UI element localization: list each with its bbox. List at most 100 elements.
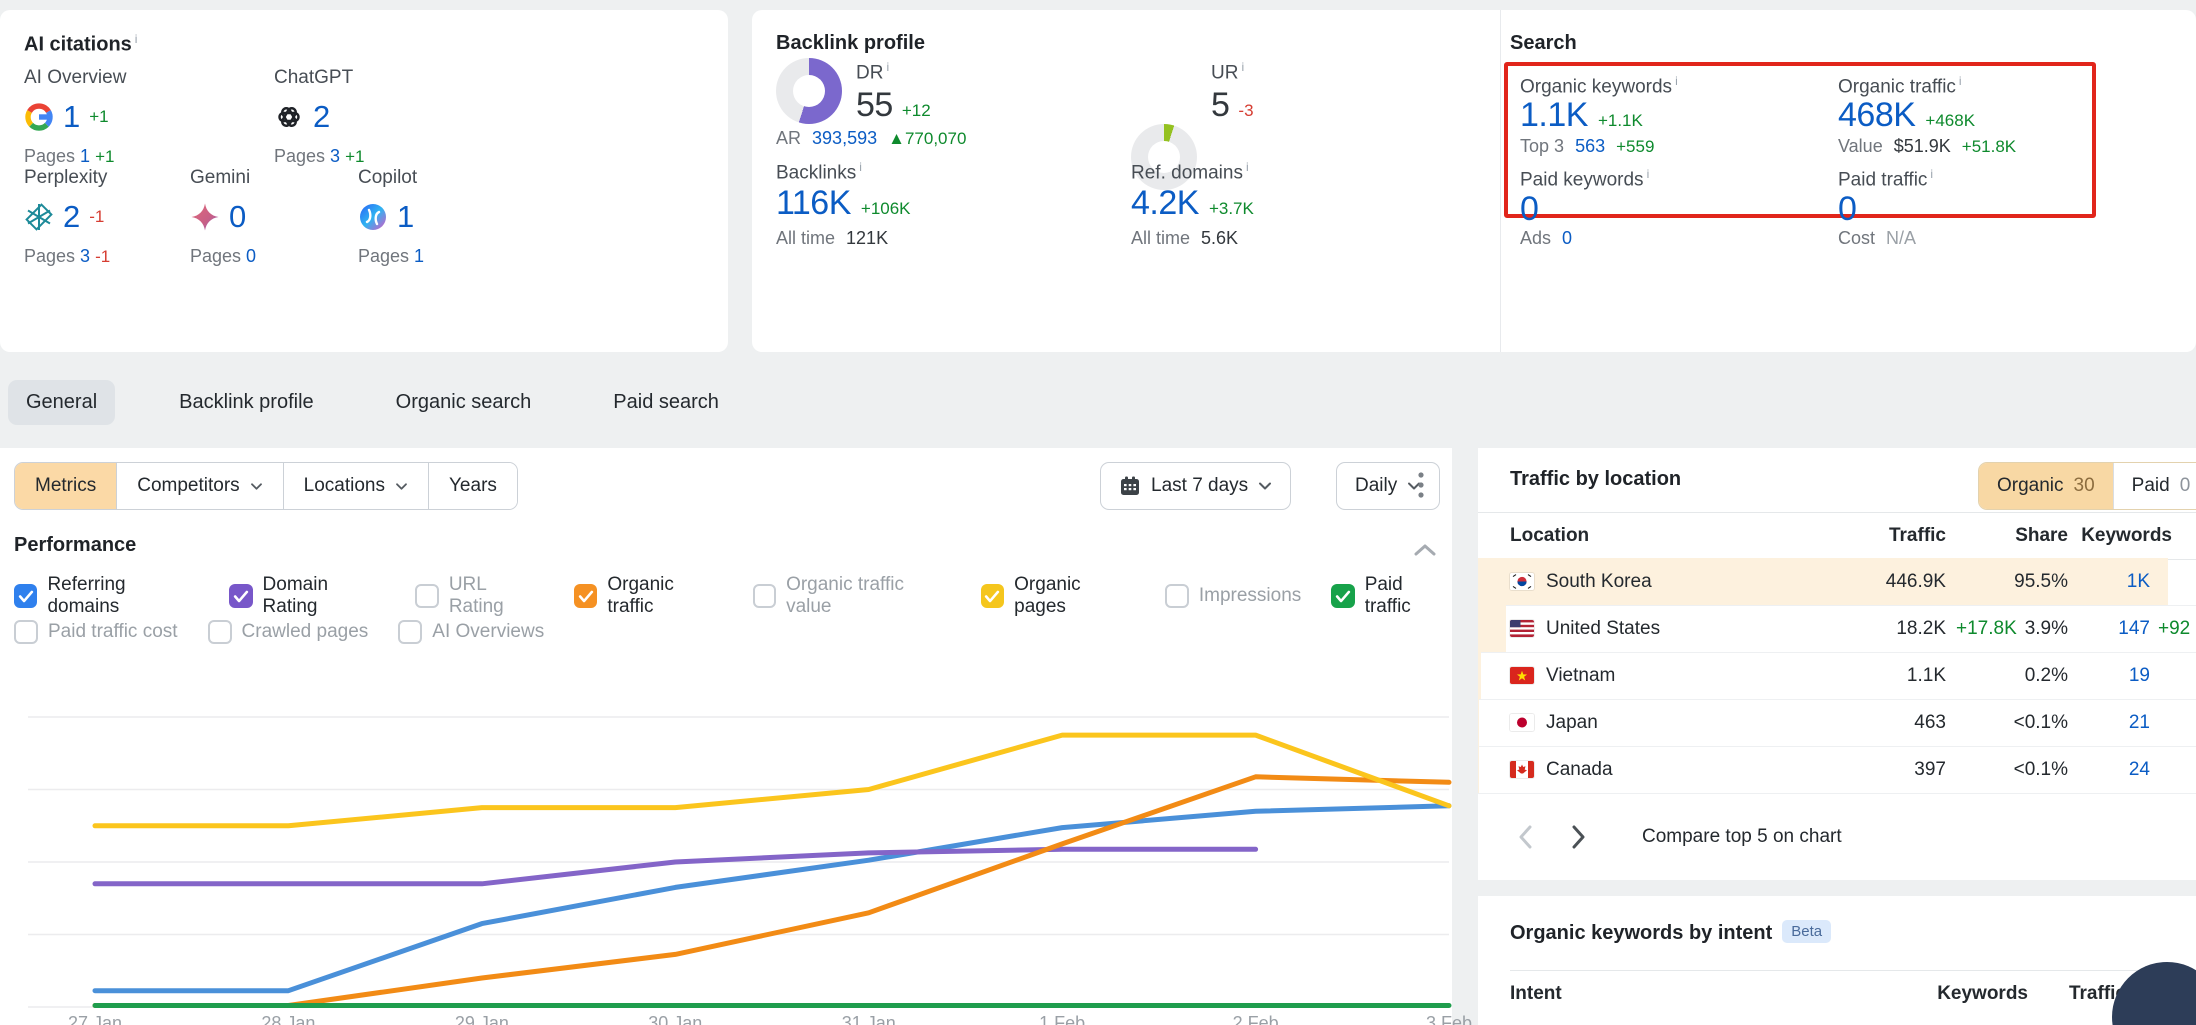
keywords-by-intent-title: Organic keywords by intentBeta	[1510, 920, 1831, 945]
x-tick-label: 30 Jan	[648, 1013, 702, 1025]
metric-checkbox-paid-traffic-cost[interactable]: Paid traffic cost	[14, 620, 178, 644]
location-row-united-states[interactable]: United States 18.2K +17.8K 3.9% 147 +92	[1478, 605, 2196, 653]
pages-value-link[interactable]: 1	[80, 146, 90, 166]
tab-paid-search[interactable]: Paid search	[595, 380, 737, 425]
performance-line-chart	[0, 645, 1452, 1025]
pages-value-link[interactable]: 3	[80, 246, 90, 266]
location-row-south-korea[interactable]: South Korea 446.9K 95.5% 1K	[1478, 558, 2196, 606]
col-keywords: Keywords	[2074, 513, 2172, 559]
top3-value-link[interactable]: 563	[1575, 136, 1605, 156]
dr-label: DRi	[856, 60, 889, 84]
info-icon: i	[1675, 74, 1678, 88]
site-explorer-dashboard: AI citationsi AI Overview 1+1 Pages1+1Ch…	[0, 0, 2196, 1025]
pages-value-link[interactable]: 0	[246, 246, 256, 266]
tab-backlink-profile[interactable]: Backlink profile	[161, 380, 332, 425]
pages-value-link[interactable]: 1	[414, 246, 424, 266]
metric-checkbox-paid-traffic[interactable]: Paid traffic	[1331, 574, 1452, 618]
metric-checkbox-organic-traffic-value[interactable]: Organic traffic value	[753, 574, 951, 618]
x-tick-label: 28 Jan	[261, 1013, 315, 1025]
location-row-canada[interactable]: Canada 397 <0.1% 24	[1478, 746, 2196, 794]
report-tabs: General Backlink profile Organic search Pai…	[8, 378, 737, 426]
more-options-kebab[interactable]	[1406, 462, 1436, 508]
ai-source-value: 1	[358, 199, 558, 235]
location-keywords-link[interactable]: 1K	[2038, 558, 2150, 605]
check-icon	[1335, 590, 1351, 603]
metric-checkbox-organic-traffic[interactable]: Organic traffic	[574, 574, 723, 618]
ai-source-label: ChatGPT	[274, 67, 524, 89]
date-range-button[interactable]: Last 7 days	[1100, 462, 1291, 510]
toggle-organic[interactable]: Organic 30	[1979, 463, 2113, 509]
gemini-icon	[190, 202, 220, 232]
location-name: United States	[1510, 605, 1660, 652]
check-icon	[578, 590, 594, 603]
compare-top5-link[interactable]: Compare top 5 on chart	[1642, 826, 1842, 848]
location-keywords-link[interactable]: 19	[2038, 652, 2150, 699]
tab-organic-search[interactable]: Organic search	[378, 380, 550, 425]
tab-general[interactable]: General	[8, 380, 115, 425]
ai-citation-item: Gemini 0 Pages0	[190, 167, 358, 267]
metric-checkbox-crawled-pages[interactable]: Crawled pages	[208, 620, 369, 644]
filter-years-button[interactable]: Years	[429, 463, 517, 509]
paid-keywords-value: 0	[1520, 192, 1538, 226]
metric-checkbox-impressions[interactable]: Impressions	[1165, 584, 1301, 608]
filter-locations-button[interactable]: Locations	[284, 463, 429, 509]
ai-citation-item: ChatGPT 2 Pages3+1	[274, 67, 524, 167]
metric-checkbox-url-rating[interactable]: URL Rating	[415, 574, 544, 618]
info-icon: i	[1241, 60, 1244, 74]
location-keywords-link[interactable]: 21	[2038, 699, 2150, 746]
col-intent: Intent	[1510, 971, 1562, 1017]
location-traffic: 397	[1796, 746, 1946, 793]
intent-table-header: Intent Keywords Traffic	[1478, 971, 2196, 1017]
metric-checkbox-organic-pages[interactable]: Organic pages	[981, 574, 1135, 618]
traffic-by-location-panel: Traffic by location Organic 30 Paid 0 Lo…	[1478, 448, 2196, 880]
traffic-value-line: Value $51.9K +51.8K	[1838, 136, 2016, 157]
ai-source-pages: Pages0	[190, 246, 358, 267]
collapse-section-button[interactable]	[1408, 534, 1442, 564]
ai-source-pages: Pages1+1	[24, 146, 274, 167]
paid-traffic-label: Paid traffici	[1838, 167, 1933, 191]
ai-citations-card: AI citationsi AI Overview 1+1 Pages1+1Ch…	[0, 10, 728, 352]
copilot-icon	[358, 202, 388, 232]
filter-button-group: MetricsCompetitorsLocationsYears	[14, 462, 518, 510]
location-keywords-link[interactable]: 147	[2038, 605, 2150, 652]
chevron-down-icon	[1258, 481, 1272, 491]
chevron-right-icon	[1571, 825, 1586, 849]
info-icon: i	[135, 32, 138, 46]
organic-keywords-value[interactable]: 1.1K +1.1K	[1520, 98, 1643, 132]
metric-checkbox-referring-domains[interactable]: Referring domains	[14, 574, 199, 618]
location-traffic: 18.2K	[1796, 605, 1946, 652]
location-table-header: Location Traffic Share Keywords	[1478, 512, 2196, 560]
ai-source-label: Copilot	[358, 167, 558, 189]
check-icon	[18, 590, 34, 603]
japan-flag-icon	[1510, 714, 1534, 731]
ai-citation-item: AI Overview 1+1 Pages1+1	[24, 67, 274, 167]
toggle-paid[interactable]: Paid 0	[2113, 463, 2196, 509]
chatgpt-icon	[274, 102, 304, 132]
location-keywords-delta: +92	[2158, 605, 2190, 652]
ai-source-value: 2-1	[24, 199, 190, 235]
dr-value: 55 +12	[856, 88, 931, 122]
filter-metrics-button[interactable]: Metrics	[15, 463, 117, 509]
ar-value-link[interactable]: 393,593	[812, 128, 877, 148]
ai-source-label: AI Overview	[24, 67, 274, 89]
card-section-divider	[1500, 10, 1501, 352]
ai-citations-title: AI citationsi	[24, 32, 137, 57]
chevron-up-icon	[1414, 543, 1436, 556]
location-row-japan[interactable]: Japan 463 <0.1% 21	[1478, 699, 2196, 747]
backlinks-value[interactable]: 116K +106K	[776, 186, 911, 220]
metric-checkbox-ai-overviews[interactable]: AI Overviews	[398, 620, 544, 644]
location-keywords-link[interactable]: 24	[2038, 746, 2150, 793]
filter-competitors-button[interactable]: Competitors	[117, 463, 283, 509]
ar-line: AR 393,593 ▲770,070	[776, 128, 966, 149]
col-traffic: Traffic	[1796, 513, 1946, 559]
organic-traffic-value[interactable]: 468K +468K	[1838, 98, 1975, 132]
pages-value-link[interactable]: 3	[330, 146, 340, 166]
location-name: South Korea	[1510, 558, 1652, 605]
prev-page-chevron[interactable]	[1518, 825, 1533, 849]
next-page-chevron[interactable]	[1571, 825, 1586, 849]
location-row-vietnam[interactable]: Vietnam 1.1K 0.2% 19	[1478, 652, 2196, 700]
location-traffic: 463	[1796, 699, 1946, 746]
paid-traffic-value: 0	[1838, 192, 1856, 226]
ref-domains-value[interactable]: 4.2K +3.7K	[1131, 186, 1254, 220]
metric-checkbox-domain-rating[interactable]: Domain Rating	[229, 574, 385, 618]
